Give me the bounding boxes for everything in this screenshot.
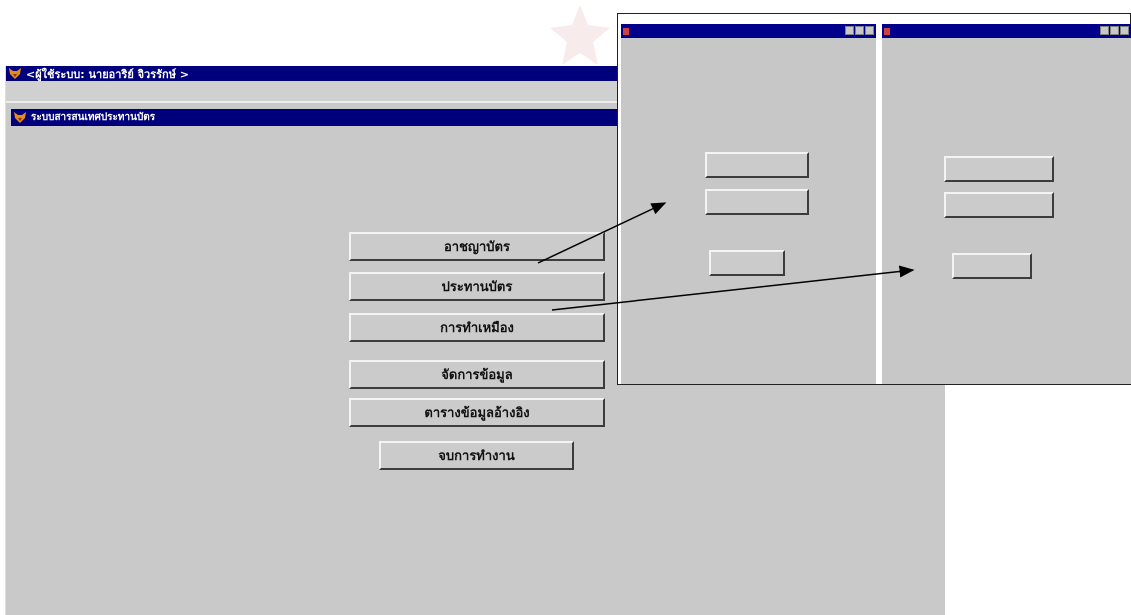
connector-arrows [537,202,915,311]
arrow-concession-to-right-window [551,265,915,311]
arrow-prospecting-to-left-window [537,202,667,264]
